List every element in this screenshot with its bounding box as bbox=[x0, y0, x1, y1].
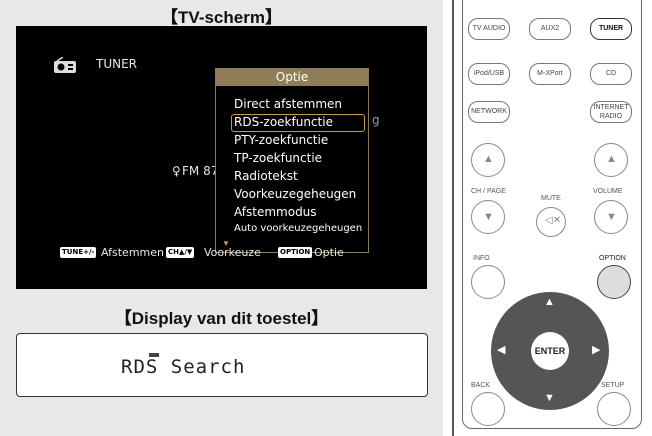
info-button[interactable] bbox=[471, 265, 505, 299]
tv-audio-button[interactable]: TV AUDIO bbox=[468, 18, 510, 40]
mute-label: MUTE bbox=[541, 195, 561, 202]
volume-label: VOLUME bbox=[593, 188, 623, 195]
menu-item-pty-search[interactable]: PTY-zoekfunctie bbox=[234, 133, 328, 147]
tv-screen-title: 【TV-scherm】 bbox=[161, 8, 282, 27]
unit-display: RDS Search bbox=[16, 333, 428, 397]
divider bbox=[452, 0, 454, 436]
menu-item-rds-search[interactable]: RDS-zoekfunctie bbox=[234, 115, 333, 129]
enter-button[interactable]: ENTER bbox=[531, 332, 569, 370]
volume-up-button[interactable]: ▲ bbox=[594, 143, 628, 177]
option-label: OPTION bbox=[599, 255, 626, 262]
footer-label-option: Optie bbox=[314, 246, 344, 259]
key-ch: CH▲/▼ bbox=[166, 247, 195, 258]
info-label: INFO bbox=[473, 255, 490, 262]
menu-item-auto-preset[interactable]: Auto voorkeuzegeheugen bbox=[234, 223, 362, 234]
cd-button[interactable]: CD bbox=[590, 63, 632, 85]
display-title: 【Display van dit toestel】 bbox=[114, 309, 329, 328]
partial-text: g bbox=[372, 113, 380, 127]
mute-button[interactable]: ◁✕ bbox=[536, 207, 566, 237]
volume-down-button[interactable]: ▼ bbox=[594, 200, 628, 234]
internet-radio-button[interactable]: INTERNET RADIO bbox=[590, 101, 632, 123]
menu-item-direct-tune[interactable]: Direct afstemmen bbox=[234, 97, 342, 111]
radio-icon bbox=[54, 57, 76, 73]
remote-control: TV AUDIO AUX2 TUNER iPod/USB M-XPort CD … bbox=[462, 0, 642, 429]
cursor-right-icon[interactable]: ▶ bbox=[592, 343, 600, 356]
tv-screen: TUNER ♀ FM 87 g Optie Direct afstemmen R… bbox=[16, 26, 427, 289]
menu-title: Optie bbox=[216, 69, 368, 86]
setup-button[interactable] bbox=[597, 392, 631, 426]
footer-label-tune: Afstemmen bbox=[101, 246, 164, 259]
back-button[interactable] bbox=[471, 392, 505, 426]
ch-page-up-button[interactable]: ▲ bbox=[471, 143, 505, 177]
menu-item-tune-mode[interactable]: Afstemmodus bbox=[234, 205, 317, 219]
menu-item-radiotext[interactable]: Radiotekst bbox=[234, 169, 298, 183]
key-option: OPTION bbox=[278, 247, 313, 258]
cursor-left-icon[interactable]: ◀ bbox=[497, 343, 505, 356]
cursor-pad: ▲ ▼ ◀ ▶ ENTER bbox=[491, 292, 609, 410]
m-xport-button[interactable]: M-XPort bbox=[529, 63, 571, 85]
option-button[interactable] bbox=[597, 265, 631, 299]
footer-label-preset: Voorkeuze bbox=[204, 246, 261, 259]
ch-page-down-button[interactable]: ▼ bbox=[471, 200, 505, 234]
display-text: RDS Search bbox=[121, 356, 246, 378]
antenna-icon: ♀ bbox=[172, 164, 181, 178]
ipod-usb-button[interactable]: iPod/USB bbox=[468, 63, 510, 85]
band-frequency: FM 87 bbox=[182, 164, 219, 178]
cursor-down-icon[interactable]: ▼ bbox=[544, 392, 555, 404]
cursor-up-icon[interactable]: ▲ bbox=[544, 296, 555, 308]
tuner-button[interactable]: TUNER bbox=[590, 18, 632, 40]
network-button[interactable]: NETWORK bbox=[468, 101, 510, 123]
key-tune: TUNE+/- bbox=[60, 247, 97, 258]
source-label: TUNER bbox=[96, 57, 138, 71]
setup-label: SETUP bbox=[601, 382, 625, 389]
aux2-button[interactable]: AUX2 bbox=[529, 18, 571, 40]
menu-item-tp-search[interactable]: TP-zoekfunctie bbox=[234, 151, 322, 165]
menu-item-preset-memory[interactable]: Voorkeuzegeheugen bbox=[234, 187, 356, 201]
ch-page-label: CH / PAGE bbox=[471, 188, 506, 195]
option-menu: Optie Direct afstemmen RDS-zoekfunctie P… bbox=[215, 68, 369, 253]
back-label: BACK bbox=[471, 382, 491, 389]
